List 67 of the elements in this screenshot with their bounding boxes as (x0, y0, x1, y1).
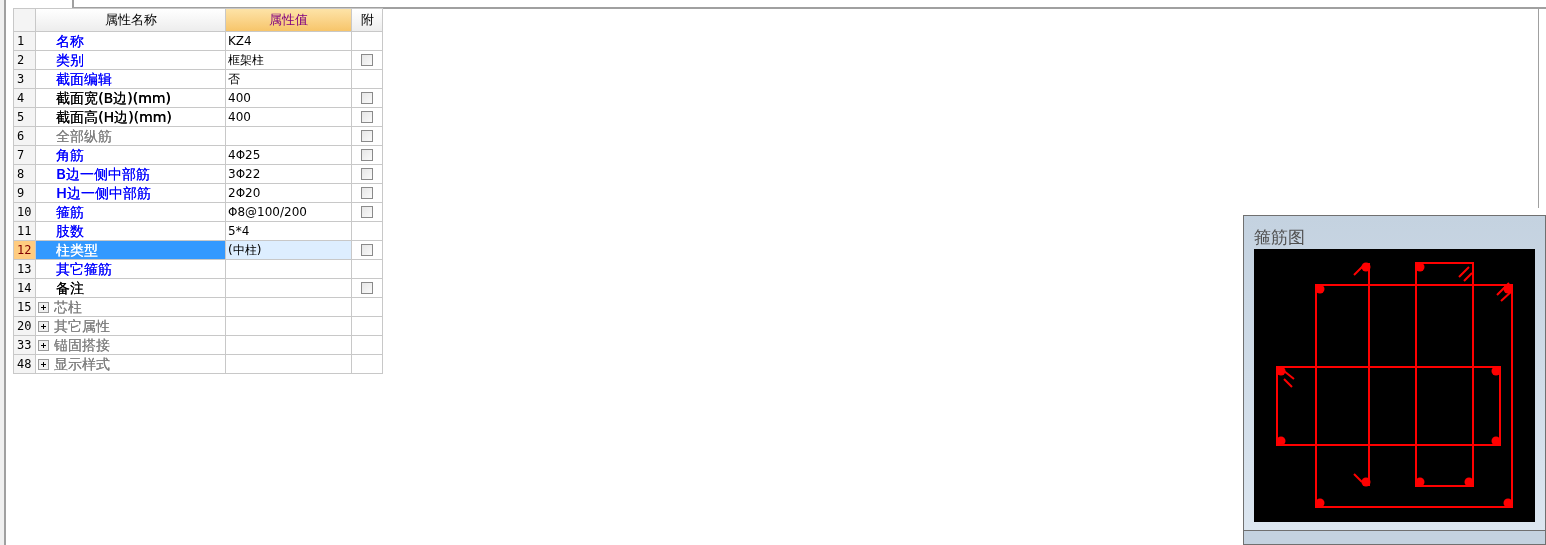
expand-icon[interactable] (38, 358, 49, 370)
property-name: 截面宽(B边)(mm) (56, 88, 171, 108)
row-number[interactable]: 10 (14, 203, 36, 222)
property-name: 名称 (56, 31, 84, 51)
property-value[interactable]: Φ8@100/200 (226, 203, 352, 222)
checkbox[interactable] (361, 111, 373, 123)
property-name: 芯柱 (54, 297, 82, 317)
property-value[interactable]: KZ4 (226, 32, 352, 51)
property-name: 截面高(H边)(mm) (56, 107, 172, 127)
expand-icon[interactable] (38, 339, 49, 351)
row-number[interactable]: 5 (14, 108, 36, 127)
property-name: 其它属性 (54, 316, 110, 336)
checkbox[interactable] (361, 92, 373, 104)
property-name: 显示样式 (54, 354, 110, 374)
checkbox[interactable] (361, 206, 373, 218)
property-value[interactable]: 2Φ20 (226, 184, 352, 203)
row-number[interactable]: 12 (14, 241, 36, 260)
property-value[interactable]: (中柱) (226, 241, 352, 260)
row-number[interactable]: 33 (14, 336, 36, 355)
row-number[interactable]: 7 (14, 146, 36, 165)
property-name: 柱类型 (56, 240, 98, 260)
row-number[interactable]: 20 (14, 317, 36, 336)
row-number[interactable]: 3 (14, 70, 36, 89)
property-value[interactable]: 3Φ22 (226, 165, 352, 184)
property-value[interactable]: 框架柱 (226, 51, 352, 70)
row-number[interactable]: 4 (14, 89, 36, 108)
property-value[interactable]: 否 (226, 70, 352, 89)
checkbox[interactable] (361, 149, 373, 161)
row-number[interactable]: 13 (14, 260, 36, 279)
row-number[interactable]: 15 (14, 298, 36, 317)
column-header[interactable]: 属性名称 (36, 9, 226, 32)
property-value[interactable]: 400 (226, 89, 352, 108)
row-number[interactable]: 1 (14, 32, 36, 51)
panel-title: 箍筋图 (1254, 226, 1306, 248)
row-number[interactable]: 14 (14, 279, 36, 298)
checkbox[interactable] (361, 130, 373, 142)
property-name: 肢数 (56, 221, 84, 241)
row-number[interactable]: 9 (14, 184, 36, 203)
property-name: 箍筋 (56, 202, 84, 222)
checkbox[interactable] (361, 187, 373, 199)
row-number[interactable]: 11 (14, 222, 36, 241)
property-name: 全部纵筋 (56, 126, 112, 146)
property-value[interactable]: 400 (226, 108, 352, 127)
row-number[interactable]: 2 (14, 51, 36, 70)
checkbox[interactable] (361, 168, 373, 180)
table-cell (352, 336, 383, 355)
column-header[interactable]: 属性值 (226, 9, 352, 32)
property-name: 截面编辑 (56, 69, 112, 89)
column-header[interactable]: 附 (352, 9, 383, 32)
property-name: 其它箍筋 (56, 259, 112, 279)
property-value[interactable]: 4Φ25 (226, 146, 352, 165)
property-name: B边一侧中部筋 (56, 164, 150, 184)
table-cell (352, 317, 383, 336)
row-number[interactable]: 8 (14, 165, 36, 184)
checkbox[interactable] (361, 54, 373, 66)
table-cell (352, 355, 383, 374)
checkbox[interactable] (361, 244, 373, 256)
property-name: 角筋 (56, 145, 84, 165)
expand-icon[interactable] (38, 320, 49, 332)
checkbox[interactable] (361, 282, 373, 294)
row-number[interactable]: 48 (14, 355, 36, 374)
row-number[interactable]: 6 (14, 127, 36, 146)
property-name: 类别 (56, 50, 84, 70)
expand-icon[interactable] (38, 301, 49, 313)
property-name: H边一侧中部筋 (56, 183, 151, 203)
property-name: 锚固搭接 (54, 335, 110, 355)
property-name: 备注 (56, 278, 84, 298)
